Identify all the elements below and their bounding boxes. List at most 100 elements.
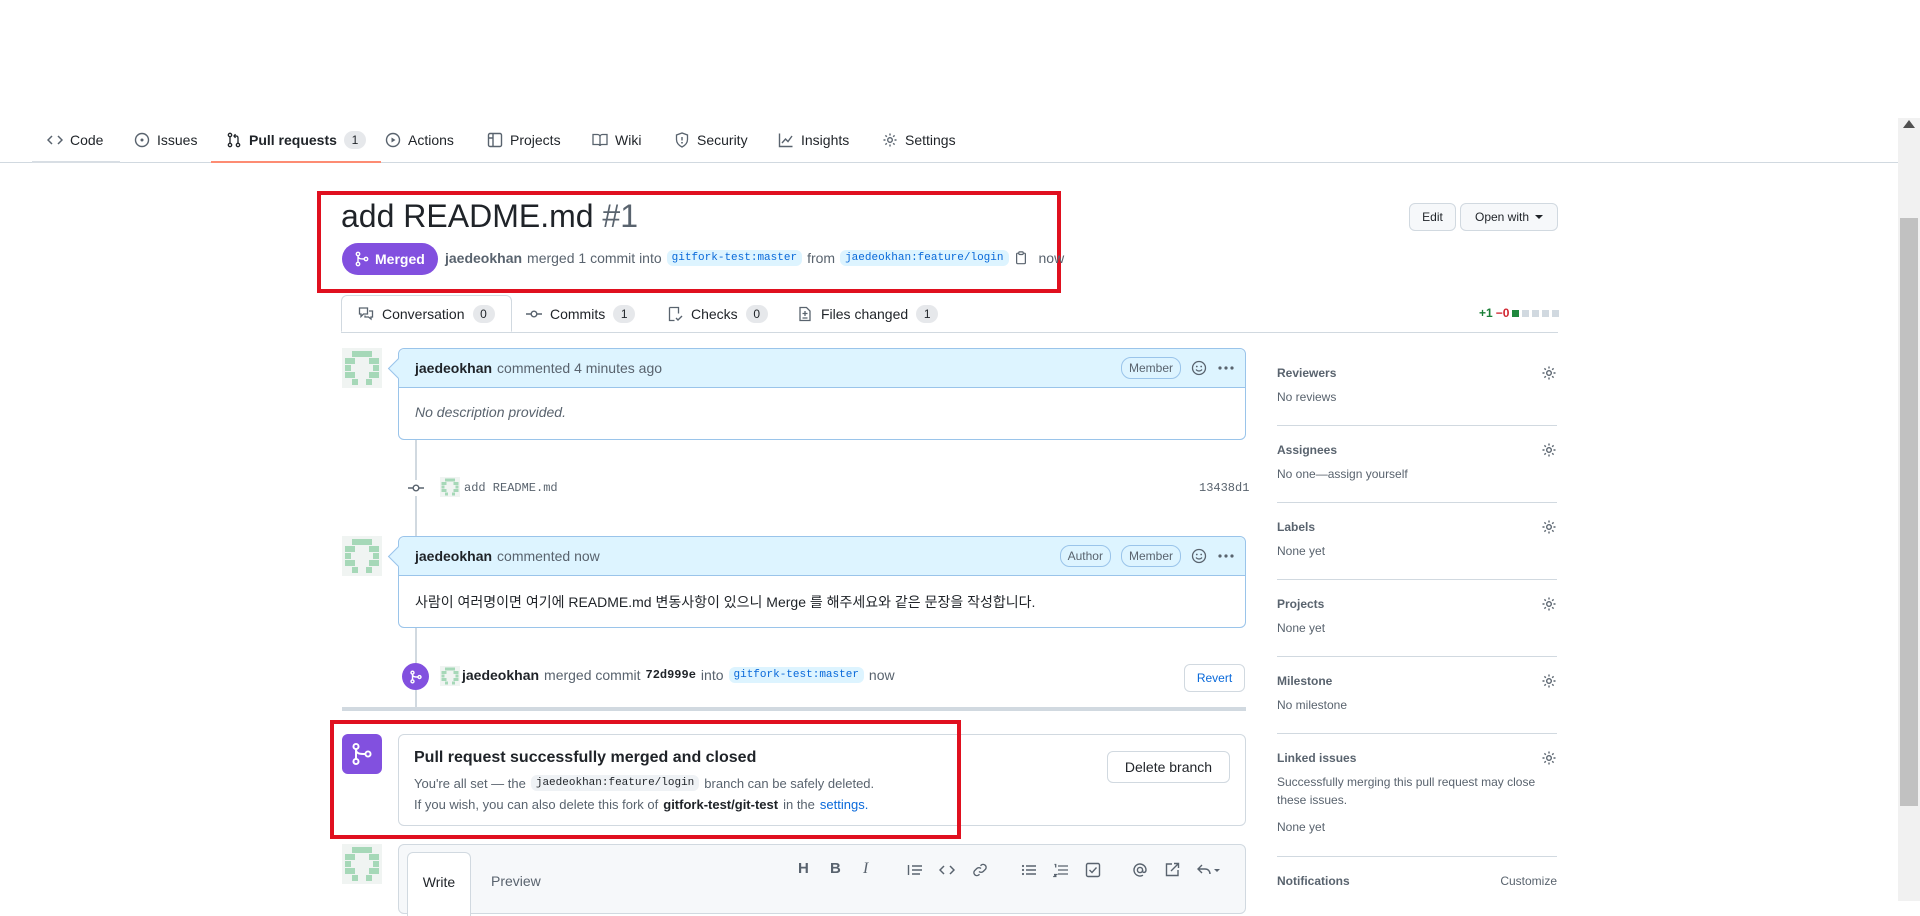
head-branch-ref[interactable]: jaedeokhan:feature/login (840, 250, 1009, 266)
sidebar-reviewers: Reviewers No reviews (1277, 365, 1557, 426)
heading-icon[interactable]: H (798, 860, 809, 877)
base-branch-ref[interactable]: gitfork-test:master (666, 250, 803, 266)
member-label: Member (1120, 357, 1181, 379)
customize-link[interactable]: Customize (1500, 874, 1557, 888)
pr-meta-line: jaedeokhan merged 1 commit into gitfork-… (445, 250, 1064, 266)
tab-insights-label: Insights (801, 132, 850, 148)
tab-projects[interactable]: Projects (487, 118, 561, 162)
copy-icon[interactable] (1014, 251, 1028, 265)
kebab-horizontal-icon[interactable] (1217, 360, 1235, 376)
sidebar-assignees: Assignees No one—assign yourself (1277, 442, 1557, 503)
diffstat-block (1532, 309, 1540, 317)
milestone-value: No milestone (1277, 698, 1348, 712)
merge-event-action: merged commit (544, 667, 641, 683)
commit-message[interactable]: add README.md (464, 481, 558, 495)
avatar[interactable] (342, 348, 382, 388)
tab-files-changed-label: Files changed (821, 305, 909, 322)
commits-count: 1 (613, 304, 636, 323)
tab-issues[interactable]: Issues (134, 118, 197, 162)
smiley-icon[interactable] (1191, 548, 1207, 564)
assignees-value[interactable]: No one—assign yourself (1277, 465, 1557, 483)
milestone-title[interactable]: Milestone (1277, 674, 1332, 688)
linked-issues-title[interactable]: Linked issues (1277, 751, 1356, 765)
conversation-count: 0 (472, 304, 495, 323)
code-icon[interactable] (939, 862, 955, 878)
gear-icon[interactable] (1541, 750, 1557, 766)
quote-icon[interactable] (907, 862, 923, 878)
preview-tab[interactable]: Preview (491, 873, 541, 889)
tab-actions-label: Actions (408, 132, 454, 148)
merge-event-text: jaedeokhan merged commit 72d999e into gi… (462, 667, 895, 683)
notifications-title: Notifications (1277, 874, 1350, 888)
pr-title-text: add README.md (341, 198, 594, 234)
tab-security[interactable]: Security (674, 118, 748, 162)
avatar[interactable] (342, 536, 382, 576)
pr-author-link[interactable]: jaedeokhan (445, 250, 522, 266)
unordered-list-icon[interactable] (1021, 862, 1037, 878)
commit-sha[interactable]: 13438d1 (1199, 481, 1249, 495)
comment-header: jaedeokhan commented now Author Member (399, 537, 1245, 576)
comment-timestamp[interactable]: commented now (497, 548, 600, 564)
commit-author-avatar[interactable] (440, 477, 460, 497)
merged-status-badge: Merged (342, 243, 438, 275)
comment-card: jaedeokhan commented now Author Member 사… (398, 536, 1246, 628)
gear-icon[interactable] (1541, 442, 1557, 458)
gear-icon[interactable] (1541, 519, 1557, 535)
cross-reference-icon[interactable] (1164, 862, 1180, 878)
smiley-icon[interactable] (1191, 360, 1207, 376)
ordered-list-icon[interactable] (1053, 862, 1069, 878)
tab-actions[interactable]: Actions (385, 118, 454, 162)
author-label: Author (1059, 545, 1111, 567)
tab-checks[interactable]: Checks 0 (667, 295, 768, 332)
gear-icon[interactable] (1541, 365, 1557, 381)
revert-button[interactable]: Revert (1184, 664, 1245, 692)
bold-icon[interactable]: B (830, 860, 841, 877)
tab-wiki[interactable]: Wiki (592, 118, 641, 162)
tab-settings[interactable]: Settings (882, 118, 956, 162)
comment-author[interactable]: jaedeokhan (415, 360, 492, 376)
labels-title[interactable]: Labels (1277, 520, 1315, 534)
delete-branch-button[interactable]: Delete branch (1107, 751, 1230, 783)
comment-timestamp[interactable]: commented 4 minutes ago (497, 360, 662, 376)
italic-icon[interactable]: I (863, 860, 868, 878)
projects-title[interactable]: Projects (1277, 597, 1324, 611)
edit-button[interactable]: Edit (1409, 203, 1456, 231)
avatar[interactable] (342, 844, 382, 884)
pull-requests-count: 1 (343, 131, 366, 149)
tab-conversation[interactable]: Conversation 0 (341, 295, 512, 332)
gear-icon[interactable] (1541, 673, 1557, 689)
tab-pull-requests[interactable]: Pull requests 1 (211, 118, 381, 163)
files-changed-count: 1 (916, 304, 939, 323)
merge-author-link[interactable]: jaedeokhan (462, 667, 539, 683)
tasklist-icon[interactable] (1085, 862, 1101, 878)
diffstat-block (1522, 309, 1530, 317)
merge-target-branch[interactable]: gitfork-test:master (728, 667, 864, 683)
tab-commits[interactable]: Commits 1 (526, 295, 636, 332)
reply-icon[interactable] (1196, 862, 1220, 878)
scrollbar-thumb[interactable] (1900, 218, 1918, 806)
tab-code[interactable]: Code (47, 118, 103, 162)
reviewers-title[interactable]: Reviewers (1277, 366, 1336, 380)
link-icon[interactable] (972, 862, 988, 878)
comment-body: 사람이 여러명이면 여기에 README.md 변동사항이 있으니 Merge … (415, 594, 1036, 610)
sidebar-notifications: Notifications Customize (1277, 874, 1557, 888)
page-scrollbar[interactable] (1898, 118, 1920, 901)
merge-author-avatar[interactable] (440, 666, 460, 686)
write-tab[interactable]: Write (407, 852, 471, 916)
assignees-title[interactable]: Assignees (1277, 443, 1337, 457)
tab-files-changed[interactable]: Files changed 1 (797, 295, 939, 332)
gear-icon[interactable] (1541, 596, 1557, 612)
reviewers-value: No reviews (1277, 390, 1337, 404)
merge-commit-sha[interactable]: 72d999e (646, 668, 696, 682)
comment-author[interactable]: jaedeokhan (415, 548, 492, 564)
tab-pull-requests-label: Pull requests (249, 132, 337, 148)
diffstat-block (1552, 309, 1560, 317)
tab-insights[interactable]: Insights (778, 118, 849, 162)
edit-button-label: Edit (1422, 210, 1443, 224)
tab-code-label: Code (70, 132, 104, 148)
open-with-button[interactable]: Open with (1460, 203, 1558, 231)
labels-value: None yet (1277, 544, 1326, 558)
mention-icon[interactable] (1132, 862, 1148, 878)
scroll-up-arrow[interactable] (1903, 120, 1915, 128)
kebab-horizontal-icon[interactable] (1217, 548, 1235, 564)
